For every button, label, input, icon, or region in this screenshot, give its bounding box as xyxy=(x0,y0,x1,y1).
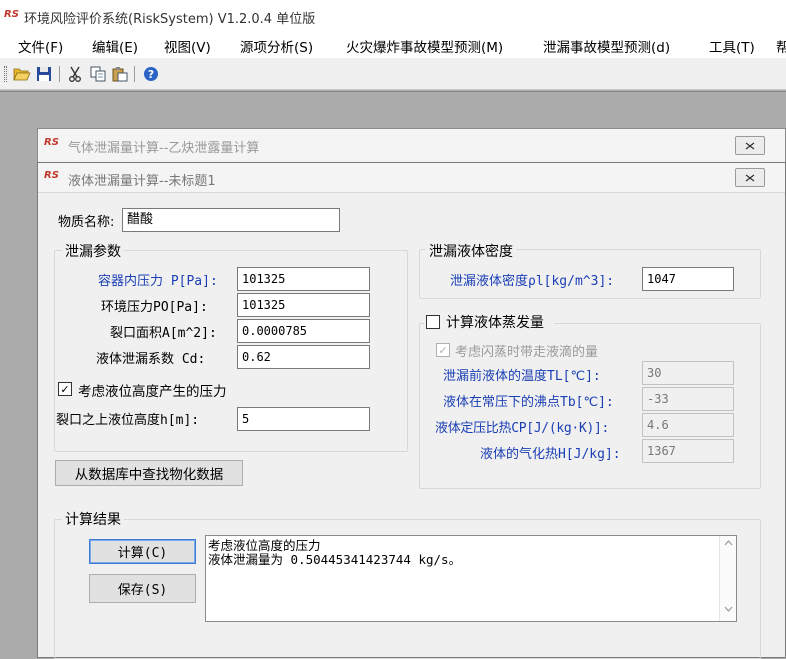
close-icon xyxy=(745,174,755,181)
ambient-pressure-label: 环境压力PO[Pa]: xyxy=(101,300,208,315)
window-title: 液体泄漏量计算--未标题1 xyxy=(68,174,216,189)
result-line-2: 液体泄漏量为 0.50445341423744 kg/s。 xyxy=(208,552,462,567)
menu-leak-accident[interactable]: 泄漏事故模型预测(d) xyxy=(543,36,670,56)
close-button[interactable] xyxy=(735,168,765,187)
heat-label: 液体的气化热H[J/kg]: xyxy=(480,447,621,462)
menu-source-analysis[interactable]: 源项分析(S) xyxy=(240,36,313,56)
db-lookup-button[interactable]: 从数据库中查找物化数据 xyxy=(55,460,243,486)
save-disk-icon[interactable] xyxy=(35,65,53,83)
window-logo-icon: RS xyxy=(44,137,59,148)
close-button[interactable] xyxy=(735,136,765,155)
area-label: 裂口面积A[m^2]: xyxy=(110,326,217,341)
menu-view[interactable]: 视图(V) xyxy=(164,36,211,56)
svg-text:?: ? xyxy=(148,68,154,81)
menu-tools[interactable]: 工具(T) xyxy=(709,36,755,56)
scroll-down-icon[interactable] xyxy=(724,606,733,612)
height-pressure-label: 考虑液位高度产生的压力 xyxy=(78,384,227,400)
cd-label: 液体泄漏系数 Cd: xyxy=(96,352,206,367)
menu-fire-explosion[interactable]: 火灾爆炸事故模型预测(M) xyxy=(346,36,503,56)
substance-input[interactable]: 醋酸 xyxy=(122,208,340,232)
density-title: 泄漏液体密度 xyxy=(426,241,516,261)
temp-label: 泄漏前液体的温度TL[℃]: xyxy=(443,369,601,384)
boil-input[interactable]: -33 xyxy=(642,387,734,411)
toolbar-grip[interactable] xyxy=(4,66,7,82)
calculate-button[interactable]: 计算(C) xyxy=(89,539,196,564)
cp-label: 液体定压比热CP[J/(kg·K)]: xyxy=(435,421,610,436)
pressure-input[interactable]: 101325 xyxy=(237,267,370,291)
window-title-bar[interactable]: RS 液体泄漏量计算--未标题1 xyxy=(38,163,785,193)
substance-label: 物质名称: xyxy=(58,215,115,230)
menu-file[interactable]: 文件(F) xyxy=(18,36,63,56)
window-title: 气体泄漏量计算--乙炔泄露量计算 xyxy=(68,141,260,156)
heat-input[interactable]: 1367 xyxy=(642,439,734,463)
pressure-label: 容器内压力 P[Pa]: xyxy=(98,274,218,289)
result-textarea[interactable]: 考虑液位高度的压力 液体泄漏量为 0.50445341423744 kg/s。 xyxy=(205,535,737,622)
menu-help[interactable]: 帮 xyxy=(776,36,786,56)
window-title-bar[interactable]: RS 气体泄漏量计算--乙炔泄露量计算 xyxy=(38,129,785,161)
height-pressure-checkbox[interactable]: ✓ xyxy=(58,382,72,396)
save-button[interactable]: 保存(S) xyxy=(89,574,196,603)
cut-icon[interactable] xyxy=(66,65,84,83)
liquid-leak-window[interactable]: RS 液体泄漏量计算--未标题1 物质名称: 醋酸 泄漏参数 容器内压力 P[P… xyxy=(37,162,786,659)
density-input[interactable]: 1047 xyxy=(642,267,734,291)
toolbar: ? xyxy=(0,58,786,90)
height-input[interactable]: 5 xyxy=(237,407,370,431)
flash-checkbox[interactable]: ✓ xyxy=(436,343,450,357)
temp-input[interactable]: 30 xyxy=(642,361,734,385)
leak-params-title: 泄漏参数 xyxy=(62,241,124,261)
app-title-bar: RS 环境风险评价系统(RiskSystem) V1.2.0.4 单位版 xyxy=(0,0,786,32)
paste-icon[interactable] xyxy=(111,65,129,83)
result-scrollbar[interactable] xyxy=(719,536,736,621)
evaporation-title: 计算液体蒸发量 xyxy=(446,315,544,331)
boil-label: 液体在常压下的沸点Tb[℃]: xyxy=(443,395,614,410)
cd-input[interactable]: 0.62 xyxy=(237,345,370,369)
density-label: 泄漏液体密度ρl[kg/m^3]: xyxy=(450,274,615,289)
ambient-pressure-input[interactable]: 101325 xyxy=(237,293,370,317)
toolbar-separator xyxy=(59,66,60,82)
toolbar-separator xyxy=(134,66,135,82)
window-logo-icon: RS xyxy=(44,170,59,181)
area-input[interactable]: 0.0000785 xyxy=(237,319,370,343)
scroll-up-icon[interactable] xyxy=(724,540,733,546)
height-label: 裂口之上液位高度h[m]: xyxy=(56,413,200,428)
result-line-1: 考虑液位高度的压力 xyxy=(208,538,321,553)
menu-bar: 文件(F) 编辑(E) 视图(V) 源项分析(S) 火灾爆炸事故模型预测(M) … xyxy=(0,32,786,58)
checkmark-icon: ✓ xyxy=(438,343,448,357)
evaporation-checkbox[interactable] xyxy=(426,315,440,329)
app-title: 环境风险评价系统(RiskSystem) V1.2.0.4 单位版 xyxy=(24,12,316,27)
results-title: 计算结果 xyxy=(62,509,124,529)
menu-edit[interactable]: 编辑(E) xyxy=(92,36,138,56)
copy-icon[interactable] xyxy=(89,65,107,83)
app-logo-icon: RS xyxy=(4,9,19,20)
help-icon[interactable]: ? xyxy=(142,65,160,83)
close-icon xyxy=(745,142,755,149)
open-folder-icon[interactable] xyxy=(13,65,31,83)
flash-label: 考虑闪蒸时带走液滴的量 xyxy=(455,345,599,360)
checkmark-icon: ✓ xyxy=(60,382,70,396)
cp-input[interactable]: 4.6 xyxy=(642,413,734,437)
